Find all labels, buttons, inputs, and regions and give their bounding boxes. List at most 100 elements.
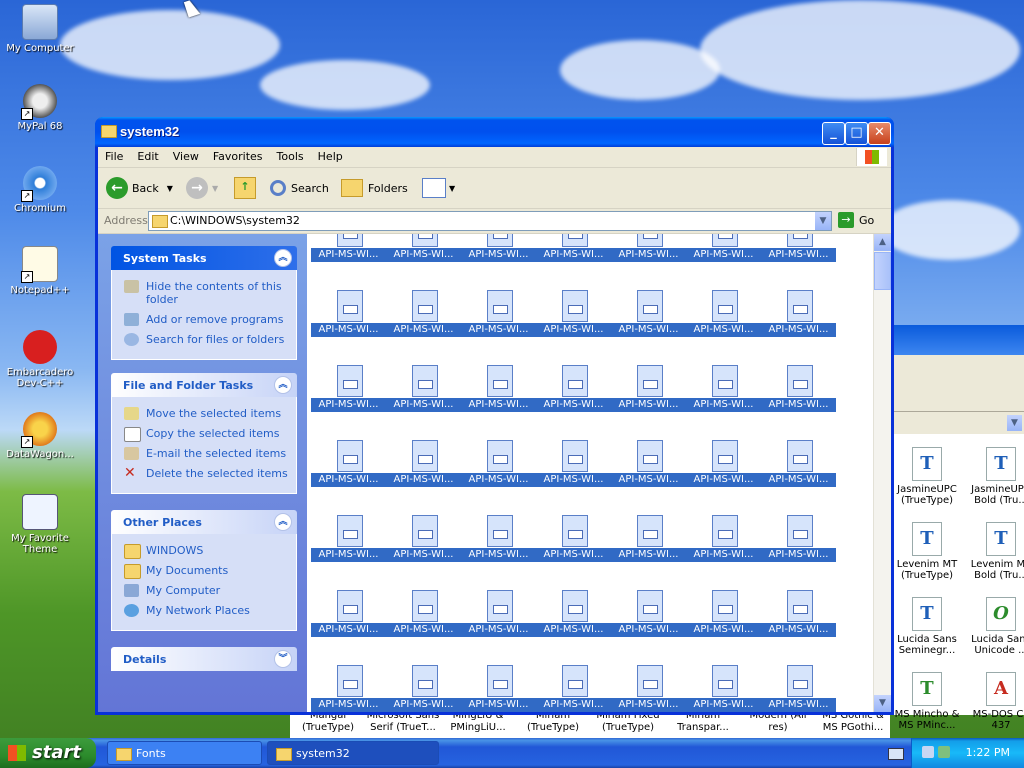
file-item[interactable]: API-MS-WI... xyxy=(461,587,536,662)
file-item[interactable]: API-MS-WI... xyxy=(386,512,461,587)
scroll-thumb[interactable] xyxy=(874,252,891,290)
file-item[interactable]: API-MS-WI... xyxy=(536,587,611,662)
file-list-view[interactable]: API-MS-WI... API-MS-WI... API-MS-WI... API-… xyxy=(307,234,878,712)
search-button[interactable]: Search xyxy=(270,174,329,202)
details-header[interactable]: Details ︾ xyxy=(111,647,297,671)
system-tasks-header[interactable]: System Tasks ︽ xyxy=(111,246,297,270)
file-item[interactable]: API-MS-WI... xyxy=(611,287,686,362)
file-item[interactable]: API-MS-WI... xyxy=(386,287,461,362)
desktop-icon-notepadpp[interactable]: ↗ Notepad++ xyxy=(0,246,80,296)
collapse-chevron-icon[interactable]: ︽ xyxy=(274,513,292,531)
file-item[interactable]: API-MS-WI... xyxy=(536,662,611,712)
file-item[interactable]: API-MS-WI... xyxy=(311,437,386,512)
file-item[interactable]: API-MS-WI... xyxy=(461,662,536,712)
desktop-icon-my-computer[interactable]: My Computer xyxy=(0,4,80,54)
close-button[interactable]: ✕ xyxy=(868,122,891,145)
file-item[interactable]: API-MS-WI... xyxy=(536,512,611,587)
scroll-up-button[interactable]: ▲ xyxy=(874,234,891,251)
file-item[interactable]: API-MS-WI... xyxy=(311,662,386,712)
file-item[interactable]: API-MS-WI... xyxy=(686,234,761,287)
file-item[interactable]: API-MS-WI... xyxy=(461,234,536,287)
menu-favorites[interactable]: Favorites xyxy=(206,147,270,163)
file-item[interactable]: API-MS-WI... xyxy=(686,662,761,712)
window-titlebar[interactable]: system32 _ □ ✕ xyxy=(95,117,894,147)
start-button[interactable]: start xyxy=(0,738,96,768)
folders-button[interactable]: Folders xyxy=(341,174,408,202)
clock[interactable]: 1:22 PM xyxy=(966,746,1010,759)
menu-help[interactable]: Help xyxy=(311,147,350,163)
file-item[interactable]: API-MS-WI... xyxy=(611,234,686,287)
menu-file[interactable]: File xyxy=(98,147,130,163)
desktop-icon-mypal[interactable]: ↗ MyPal 68 xyxy=(0,84,80,132)
file-item[interactable]: API-MS-WI... xyxy=(386,662,461,712)
other-places-header[interactable]: Other Places ︽ xyxy=(111,510,297,534)
file-item[interactable]: API-MS-WI... xyxy=(461,362,536,437)
tray-icon[interactable] xyxy=(938,746,950,758)
tray-icon[interactable] xyxy=(922,746,934,758)
desktop-icon-datawagon[interactable]: ↗ DataWagon... xyxy=(0,412,80,460)
go-button[interactable]: → Go xyxy=(838,212,874,228)
menu-edit[interactable]: Edit xyxy=(130,147,165,163)
file-item[interactable]: API-MS-WI... xyxy=(461,512,536,587)
taskbar-item-fonts[interactable]: Fonts xyxy=(107,741,262,765)
link-search-files[interactable]: Search for files or folders xyxy=(122,333,290,346)
font-item[interactable]: T JasmineUPC (TrueType) xyxy=(894,447,960,506)
collapse-chevron-icon[interactable]: ︽ xyxy=(274,249,292,267)
file-item[interactable]: API-MS-WI... xyxy=(536,362,611,437)
file-item[interactable]: API-MS-WI... xyxy=(311,587,386,662)
file-item[interactable]: API-MS-WI... xyxy=(761,512,836,587)
taskbar-item-system32[interactable]: system32 xyxy=(267,741,439,765)
link-add-remove-programs[interactable]: Add or remove programs xyxy=(122,313,290,326)
chevron-down-icon[interactable]: ▼ xyxy=(1007,415,1022,431)
fonts-window[interactable]: ▼ T JasmineUPC (TrueType) T JasmineUPC B… xyxy=(890,325,1024,731)
explorer-window[interactable]: system32 _ □ ✕ File Edit View Favorites Tool… xyxy=(95,117,894,715)
link-email-items[interactable]: E-mail the selected items xyxy=(122,447,290,460)
menu-tools[interactable]: Tools xyxy=(270,147,311,163)
font-item[interactable]: A MS-DOS CP 437 xyxy=(968,672,1024,731)
file-folder-tasks-header[interactable]: File and Folder Tasks ︽ xyxy=(111,373,297,397)
link-my-computer[interactable]: My Computer xyxy=(122,584,290,597)
keyboard-icon[interactable] xyxy=(888,748,904,760)
file-item[interactable]: API-MS-WI... xyxy=(536,287,611,362)
link-move-items[interactable]: Move the selected items xyxy=(122,407,290,420)
file-item[interactable]: API-MS-WI... xyxy=(761,234,836,287)
link-copy-items[interactable]: Copy the selected items xyxy=(122,427,290,442)
file-item[interactable]: API-MS-WI... xyxy=(611,362,686,437)
up-folder-button[interactable]: ↑ xyxy=(234,174,256,202)
link-windows[interactable]: WINDOWS xyxy=(122,544,290,559)
file-item[interactable]: API-MS-WI... xyxy=(761,362,836,437)
link-hide-contents[interactable]: Hide the contents of this folder xyxy=(122,280,290,306)
collapse-chevron-icon[interactable]: ︽ xyxy=(274,376,292,394)
file-item[interactable]: API-MS-WI... xyxy=(611,512,686,587)
font-item[interactable]: T Levenim MT (TrueType) xyxy=(894,522,960,581)
chevron-down-icon[interactable]: ▼ xyxy=(815,212,831,230)
file-item[interactable]: API-MS-WI... xyxy=(536,234,611,287)
file-item[interactable]: API-MS-WI... xyxy=(611,662,686,712)
desktop-icon-devcpp[interactable]: Embarcadero Dev-C++ xyxy=(0,330,80,389)
file-item[interactable]: API-MS-WI... xyxy=(311,287,386,362)
file-item[interactable]: API-MS-WI... xyxy=(686,362,761,437)
file-item[interactable]: API-MS-WI... xyxy=(311,234,386,287)
file-item[interactable]: API-MS-WI... xyxy=(311,362,386,437)
vertical-scrollbar[interactable]: ▲ ▼ xyxy=(873,234,891,712)
file-item[interactable]: API-MS-WI... xyxy=(686,512,761,587)
file-item[interactable]: API-MS-WI... xyxy=(386,362,461,437)
file-item[interactable]: API-MS-WI... xyxy=(761,662,836,712)
expand-chevron-icon[interactable]: ︾ xyxy=(274,650,292,668)
link-my-network-places[interactable]: My Network Places xyxy=(122,604,290,617)
scroll-down-button[interactable]: ▼ xyxy=(874,695,891,712)
font-item[interactable]: T JasmineUPC Bold (Tru... xyxy=(968,447,1024,506)
forward-button[interactable]: → ▼ xyxy=(186,174,218,202)
views-button[interactable]: ▼ xyxy=(422,174,455,202)
minimize-button[interactable]: _ xyxy=(822,122,845,145)
file-item[interactable]: API-MS-WI... xyxy=(461,437,536,512)
file-item[interactable]: API-MS-WI... xyxy=(611,437,686,512)
file-item[interactable]: API-MS-WI... xyxy=(761,437,836,512)
maximize-button[interactable]: □ xyxy=(845,122,868,145)
file-item[interactable]: API-MS-WI... xyxy=(386,234,461,287)
link-delete-items[interactable]: ✕ Delete the selected items xyxy=(122,466,290,480)
file-item[interactable]: API-MS-WI... xyxy=(311,512,386,587)
file-item[interactable]: API-MS-WI... xyxy=(686,287,761,362)
font-item[interactable]: T Levenim MT Bold (Tru... xyxy=(968,522,1024,581)
font-item[interactable]: O Lucida Sans Unicode ... xyxy=(968,597,1024,656)
